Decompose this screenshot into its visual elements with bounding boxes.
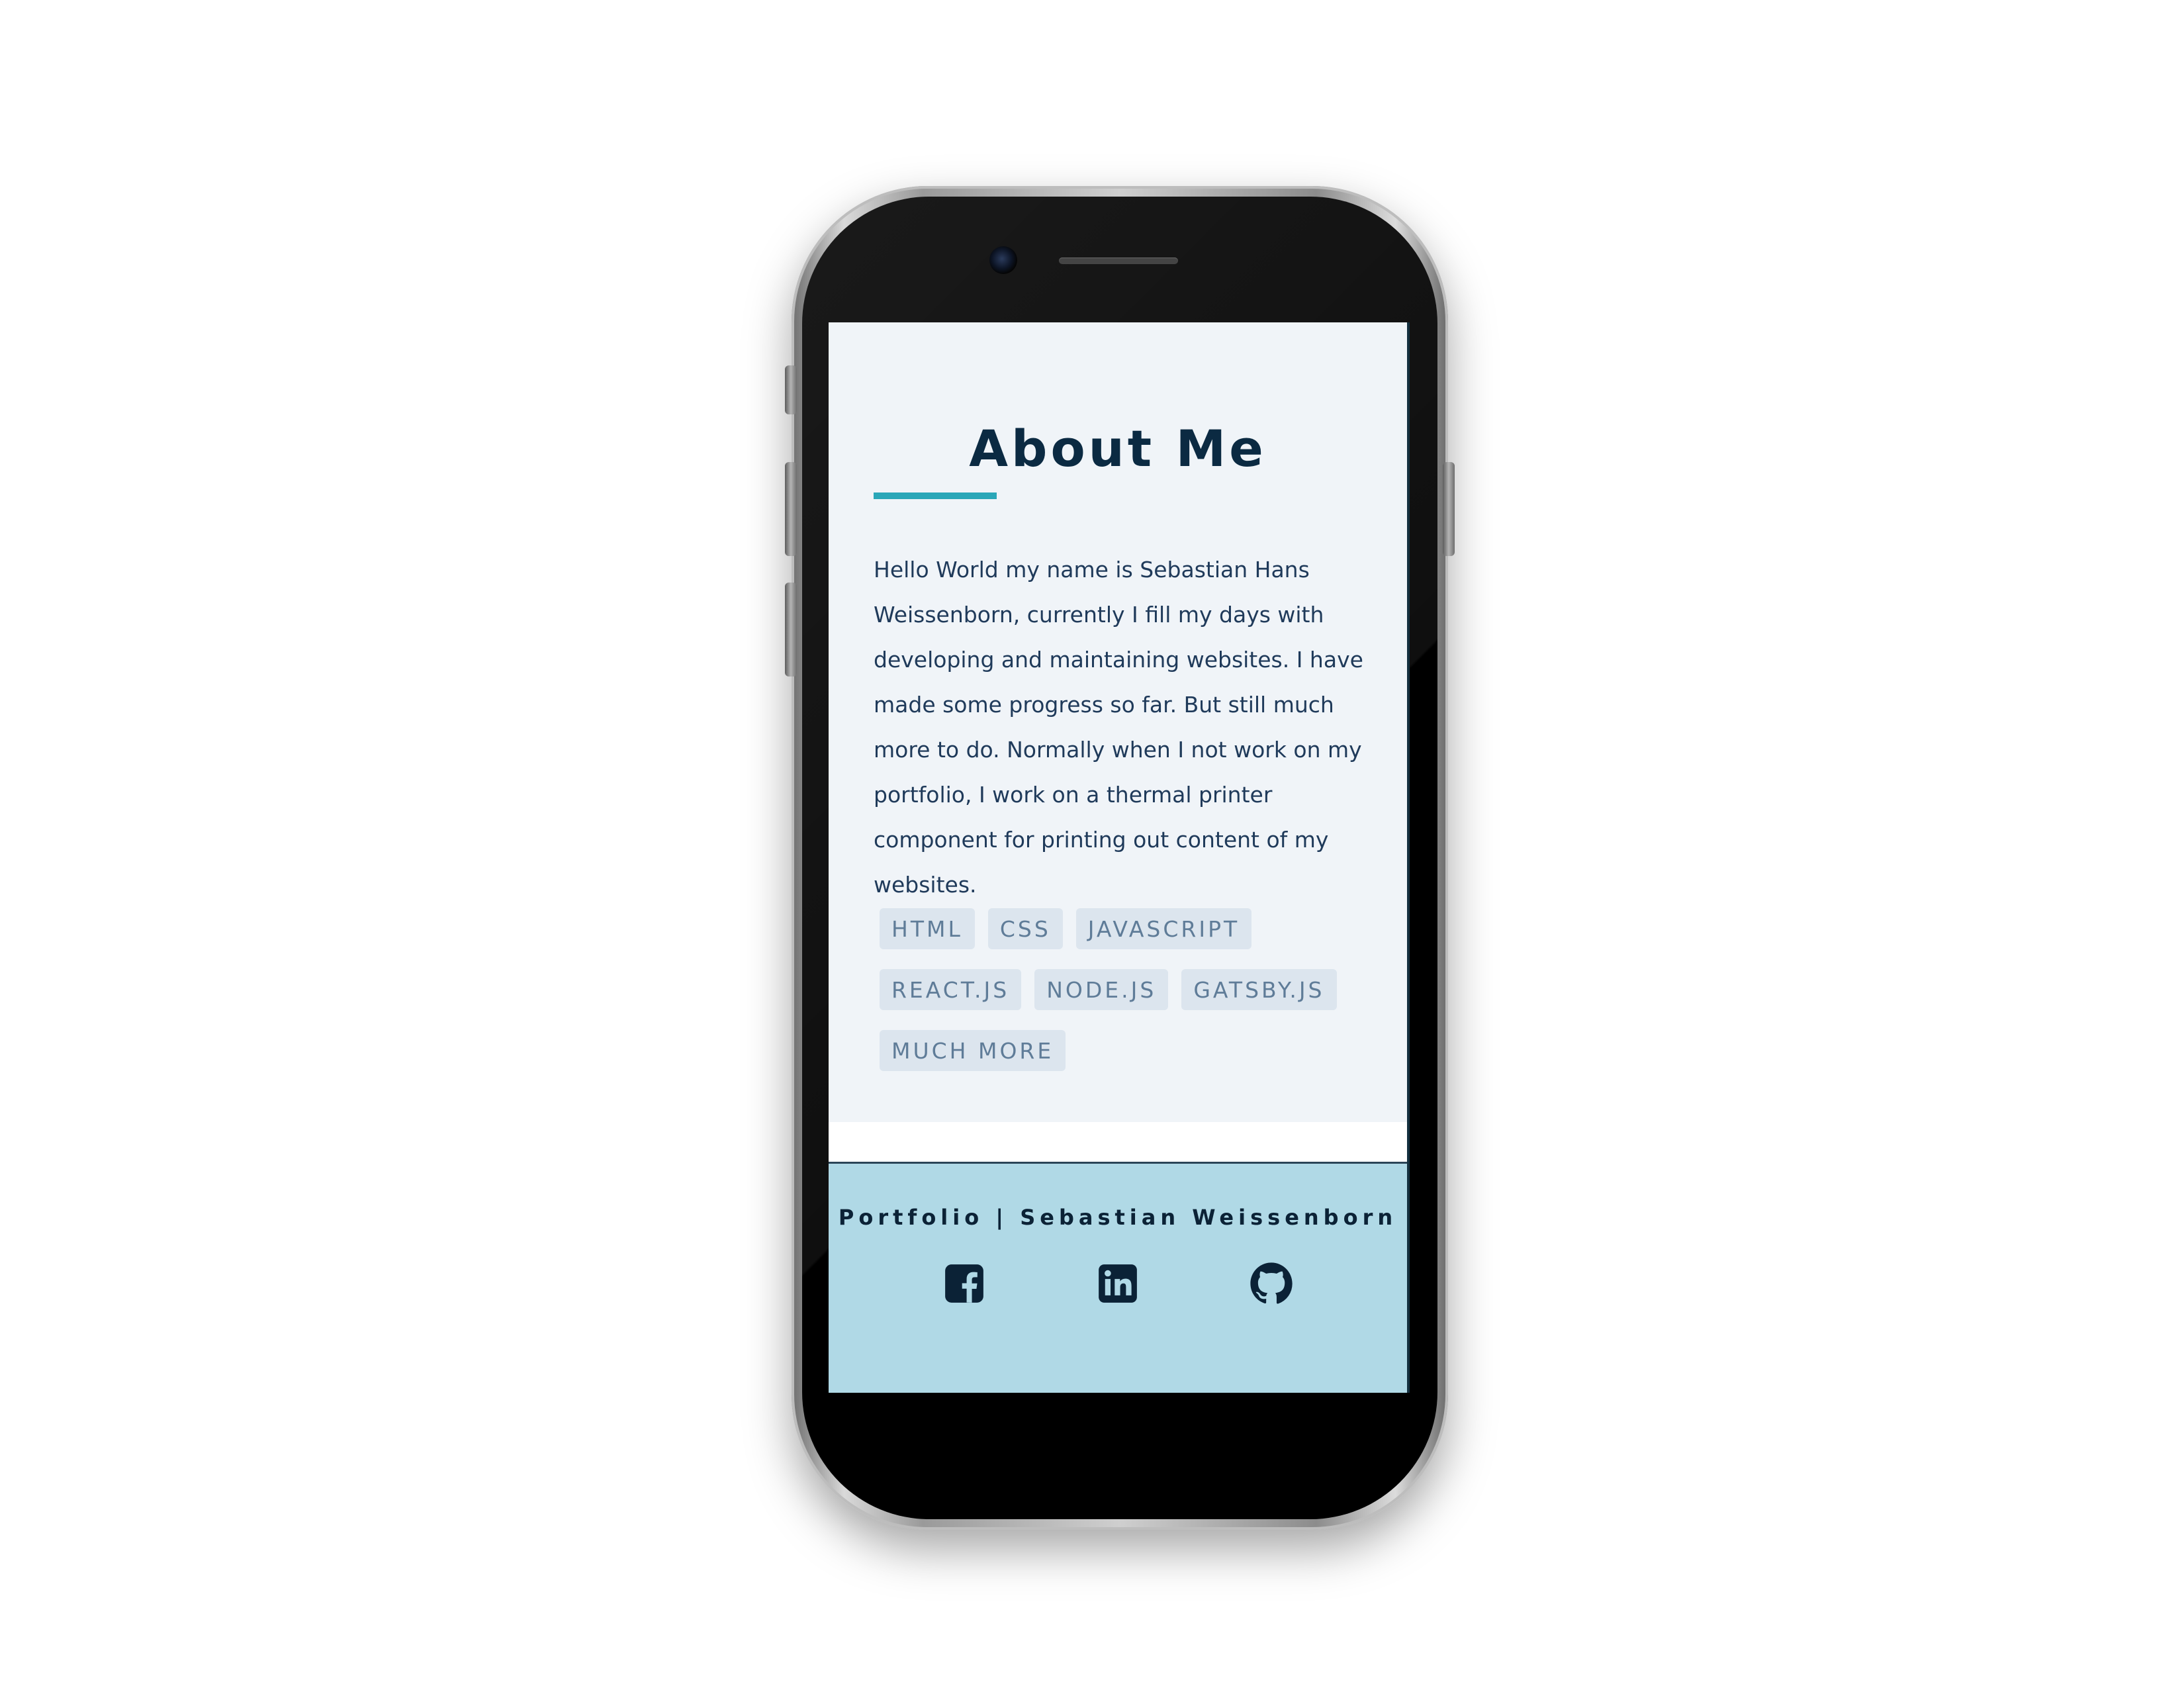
linkedin-icon — [1099, 1264, 1137, 1303]
github-link[interactable] — [1250, 1262, 1293, 1305]
social-links — [829, 1262, 1407, 1315]
screen-edge — [1407, 322, 1410, 1393]
tag-much-more: MUCH MORE — [880, 1030, 1066, 1071]
phone-silent-switch — [785, 365, 797, 414]
section-divider — [829, 1122, 1410, 1162]
tag-gatsbyjs: GATSBY.JS — [1181, 969, 1337, 1010]
front-camera — [989, 246, 1017, 274]
phone-speaker — [1059, 258, 1178, 264]
title-underline — [874, 492, 997, 499]
tag-html: HTML — [880, 908, 975, 949]
footer-title: Portfolio | Sebastian Weissenborn — [838, 1205, 1398, 1230]
tag-row: REACT.JS NODE.JS GATSBY.JS — [880, 969, 1383, 1010]
skill-tags: HTML CSS JAVASCRIPT REACT.JS NODE.JS GAT… — [880, 908, 1383, 1091]
facebook-link[interactable] — [942, 1262, 986, 1305]
tag-nodejs: NODE.JS — [1034, 969, 1169, 1010]
tag-css: CSS — [987, 908, 1063, 949]
phone-screen: About Me Hello World my name is Sebastia… — [829, 322, 1410, 1393]
github-icon — [1250, 1262, 1293, 1304]
tag-javascript: JAVASCRIPT — [1075, 908, 1252, 949]
phone-volume-down-button — [785, 583, 797, 677]
about-paragraph: Hello World my name is Sebastian Hans We… — [874, 557, 1363, 898]
linkedin-link[interactable] — [1096, 1262, 1140, 1305]
about-section: About Me Hello World my name is Sebastia… — [829, 322, 1407, 1122]
tag-reactjs: REACT.JS — [880, 969, 1022, 1010]
footer: Portfolio | Sebastian Weissenborn — [829, 1162, 1410, 1393]
phone-volume-up-button — [785, 462, 797, 556]
tag-row: MUCH MORE — [880, 1030, 1383, 1071]
facebook-icon — [945, 1264, 983, 1303]
tag-row: HTML CSS JAVASCRIPT — [880, 908, 1383, 949]
about-title: About Me — [969, 419, 1267, 478]
phone-power-button — [1443, 462, 1455, 556]
